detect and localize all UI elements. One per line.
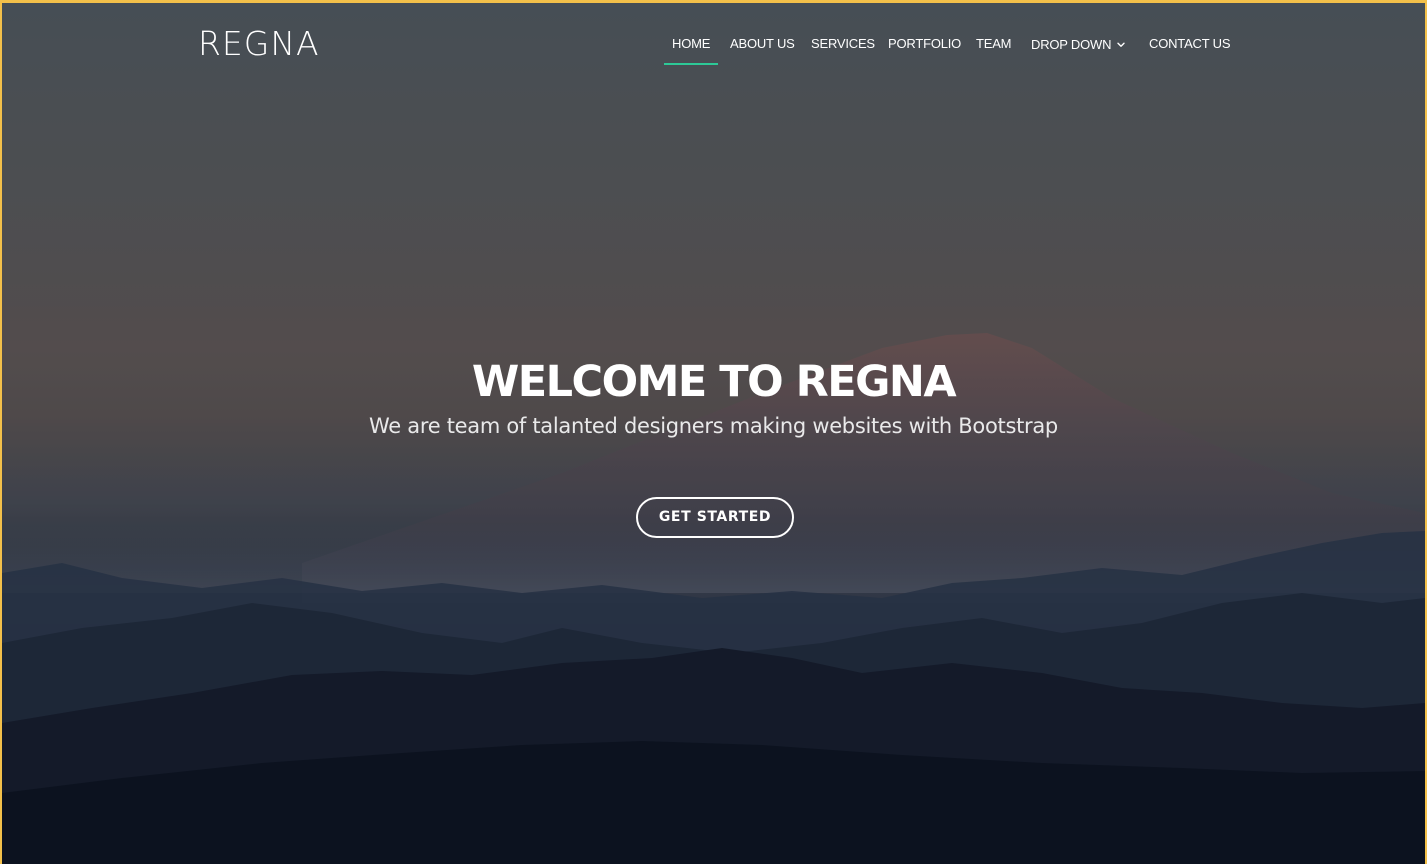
nav-item-home[interactable]: HOME [663,36,719,65]
hero-title: WELCOME TO REGNA [471,357,957,407]
nav-item-team[interactable]: TEAM [976,36,1012,51]
page-frame: REGNA HOME ABOUT US SERVICES PORTFOLIO T… [2,3,1425,864]
nav-item-services[interactable]: SERVICES [811,36,875,51]
nav-item-drop-down-label: DROP DOWN [1031,37,1112,52]
nav-item-drop-down[interactable]: DROP DOWN [1031,36,1125,52]
nav-item-about-us[interactable]: ABOUT US [730,36,795,51]
main-nav: HOME ABOUT US SERVICES PORTFOLIO TEAM DR… [2,36,1425,66]
nav-item-contact-us[interactable]: CONTACT US [1149,36,1231,51]
site-header: REGNA HOME ABOUT US SERVICES PORTFOLIO T… [2,3,1425,83]
get-started-button[interactable]: GET STARTED [636,497,794,538]
chevron-down-icon [1117,36,1125,51]
nav-item-portfolio[interactable]: PORTFOLIO [888,36,961,51]
hero-subtitle: We are team of talanted designers making… [369,414,1058,438]
